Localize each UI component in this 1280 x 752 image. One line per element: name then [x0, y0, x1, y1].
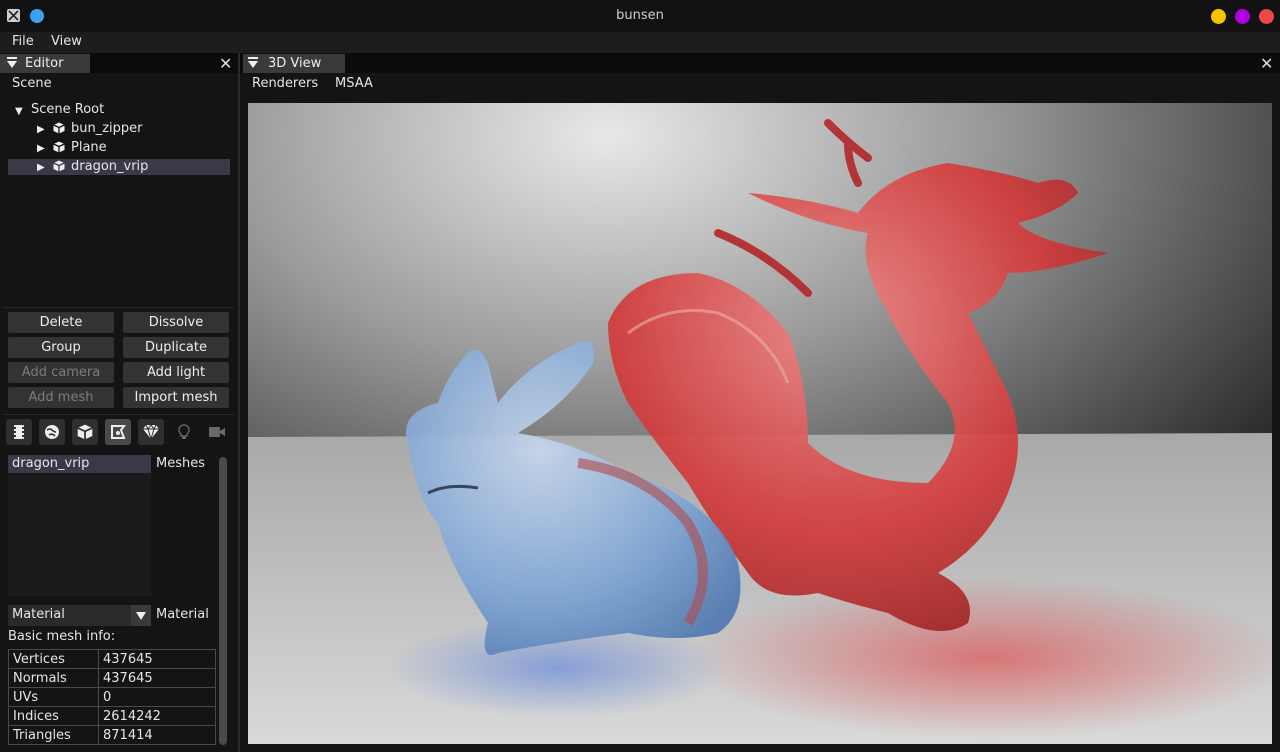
tab-menu-icon	[7, 57, 17, 59]
info-name: Vertices	[8, 649, 99, 669]
table-row: Normals 437645	[8, 668, 216, 688]
table-row: Indices 2614242	[8, 706, 216, 726]
minimize-button[interactable]	[1211, 9, 1226, 24]
info-name: Normals	[8, 668, 99, 688]
close-window-button[interactable]	[1259, 9, 1274, 24]
camera-icon	[204, 419, 230, 445]
cube-icon[interactable]	[72, 419, 98, 445]
editor-tabstrip: Editor ✕	[0, 53, 238, 73]
meshes-label: Meshes	[156, 456, 205, 471]
material-combo-arrow[interactable]	[131, 605, 151, 626]
globe-icon[interactable]	[39, 419, 65, 445]
close-view-icon[interactable]: ✕	[1260, 54, 1273, 73]
editor-panel: Editor ✕ Scene ▼ Scene Root ▶ bun_zipper…	[0, 53, 238, 752]
material-combo-value: Material	[12, 607, 65, 622]
dragon-shadow	[688, 578, 1272, 738]
menu-bar: File View	[0, 32, 1280, 53]
tab-menu-icon	[248, 57, 258, 59]
tree-item-bun-zipper[interactable]: bun_zipper	[71, 121, 143, 136]
menu-msaa[interactable]: MSAA	[335, 76, 373, 91]
lightbulb-icon	[171, 419, 197, 445]
table-row: Vertices 437645	[8, 649, 216, 669]
list-item[interactable]: dragon_vrip	[12, 456, 89, 471]
table-row: UVs 0	[8, 687, 216, 707]
view-tabstrip: 3D View ✕	[240, 53, 1280, 73]
duplicate-button[interactable]: Duplicate	[123, 337, 229, 358]
info-value: 437645	[98, 668, 216, 688]
tree-item-plane[interactable]: Plane	[71, 140, 107, 155]
scrollbar-thumb[interactable]	[219, 457, 227, 745]
menu-file[interactable]: File	[12, 34, 34, 49]
info-name: UVs	[8, 687, 99, 707]
tree-expand-icon[interactable]: ▶	[37, 162, 45, 173]
tree-expand-icon[interactable]: ▶	[37, 124, 45, 135]
menu-view[interactable]: View	[51, 34, 82, 49]
info-name: Indices	[8, 706, 99, 726]
mesh-info-table: Vertices 437645 Normals 437645 UVs 0 Indice…	[8, 649, 216, 745]
tree-item-dragon-vrip[interactable]: dragon_vrip	[71, 159, 148, 174]
mesh-cube-icon	[53, 122, 65, 134]
tab-3d-view-label: 3D View	[268, 56, 322, 71]
tree-expand-icon[interactable]: ▶	[37, 143, 45, 154]
material-combo[interactable]: Material	[8, 605, 131, 626]
delete-button[interactable]: Delete	[8, 312, 114, 333]
node-icon[interactable]	[105, 419, 131, 445]
scene-label: Scene	[12, 76, 52, 91]
add-mesh-button[interactable]: Add mesh	[8, 387, 114, 408]
material-label: Material	[156, 607, 209, 622]
dissolve-button[interactable]: Dissolve	[123, 312, 229, 333]
mesh-info-title: Basic mesh info:	[8, 629, 116, 644]
info-value: 2614242	[98, 706, 216, 726]
info-value: 871414	[98, 725, 216, 745]
chevron-down-icon	[136, 612, 146, 620]
mesh-cube-icon	[53, 141, 65, 153]
add-camera-button[interactable]: Add camera	[8, 362, 114, 383]
info-name: Triangles	[8, 725, 99, 745]
mesh-cube-icon	[53, 160, 65, 172]
tree-expand-root-icon[interactable]: ▼	[15, 106, 23, 117]
close-editor-icon[interactable]: ✕	[219, 54, 232, 73]
mesh-list[interactable]: dragon_vrip	[8, 455, 151, 596]
add-light-button[interactable]: Add light	[123, 362, 229, 383]
render-viewport[interactable]	[248, 103, 1272, 744]
tab-editor-label: Editor	[25, 56, 64, 71]
tab-dropdown-icon[interactable]	[7, 61, 17, 68]
info-value: 437645	[98, 649, 216, 669]
menu-renderers[interactable]: Renderers	[252, 76, 318, 91]
maximize-button[interactable]	[1235, 9, 1250, 24]
group-button[interactable]: Group	[8, 337, 114, 358]
window-title: bunsen	[616, 8, 664, 23]
tab-dropdown-icon[interactable]	[248, 61, 258, 68]
tree-root-label[interactable]: Scene Root	[31, 102, 104, 117]
import-mesh-button[interactable]: Import mesh	[123, 387, 229, 408]
separator	[4, 307, 234, 308]
table-row: Triangles 871414	[8, 725, 216, 745]
info-value: 0	[98, 687, 216, 707]
separator	[4, 414, 234, 415]
title-bar: bunsen	[0, 0, 1280, 32]
gem-icon[interactable]	[138, 419, 164, 445]
tab-3d-view[interactable]: 3D View	[243, 54, 345, 73]
film-icon[interactable]	[6, 419, 32, 445]
